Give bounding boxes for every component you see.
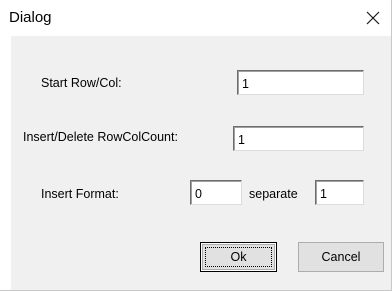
- dialog-title: Dialog: [9, 9, 52, 26]
- insert-delete-count-label: Insert/Delete RowColCount:: [23, 130, 178, 144]
- ok-button-label: Ok: [205, 247, 272, 267]
- insert-format-input[interactable]: [190, 180, 242, 205]
- left-border: [0, 36, 11, 290]
- close-icon: [366, 11, 380, 25]
- dialog-window: Dialog Start Row/Col: Insert/Delete RowC…: [0, 0, 392, 291]
- title-bar[interactable]: Dialog: [0, 0, 391, 36]
- insert-format-label: Insert Format:: [41, 187, 119, 201]
- start-row-col-label: Start Row/Col:: [41, 76, 122, 90]
- separate-input[interactable]: [315, 180, 364, 205]
- start-row-col-input[interactable]: [237, 70, 364, 95]
- close-button[interactable]: [361, 6, 385, 30]
- separate-label: separate: [249, 187, 298, 201]
- ok-button[interactable]: Ok: [200, 242, 277, 272]
- insert-delete-count-input[interactable]: [233, 126, 364, 151]
- cancel-button[interactable]: Cancel: [298, 242, 384, 272]
